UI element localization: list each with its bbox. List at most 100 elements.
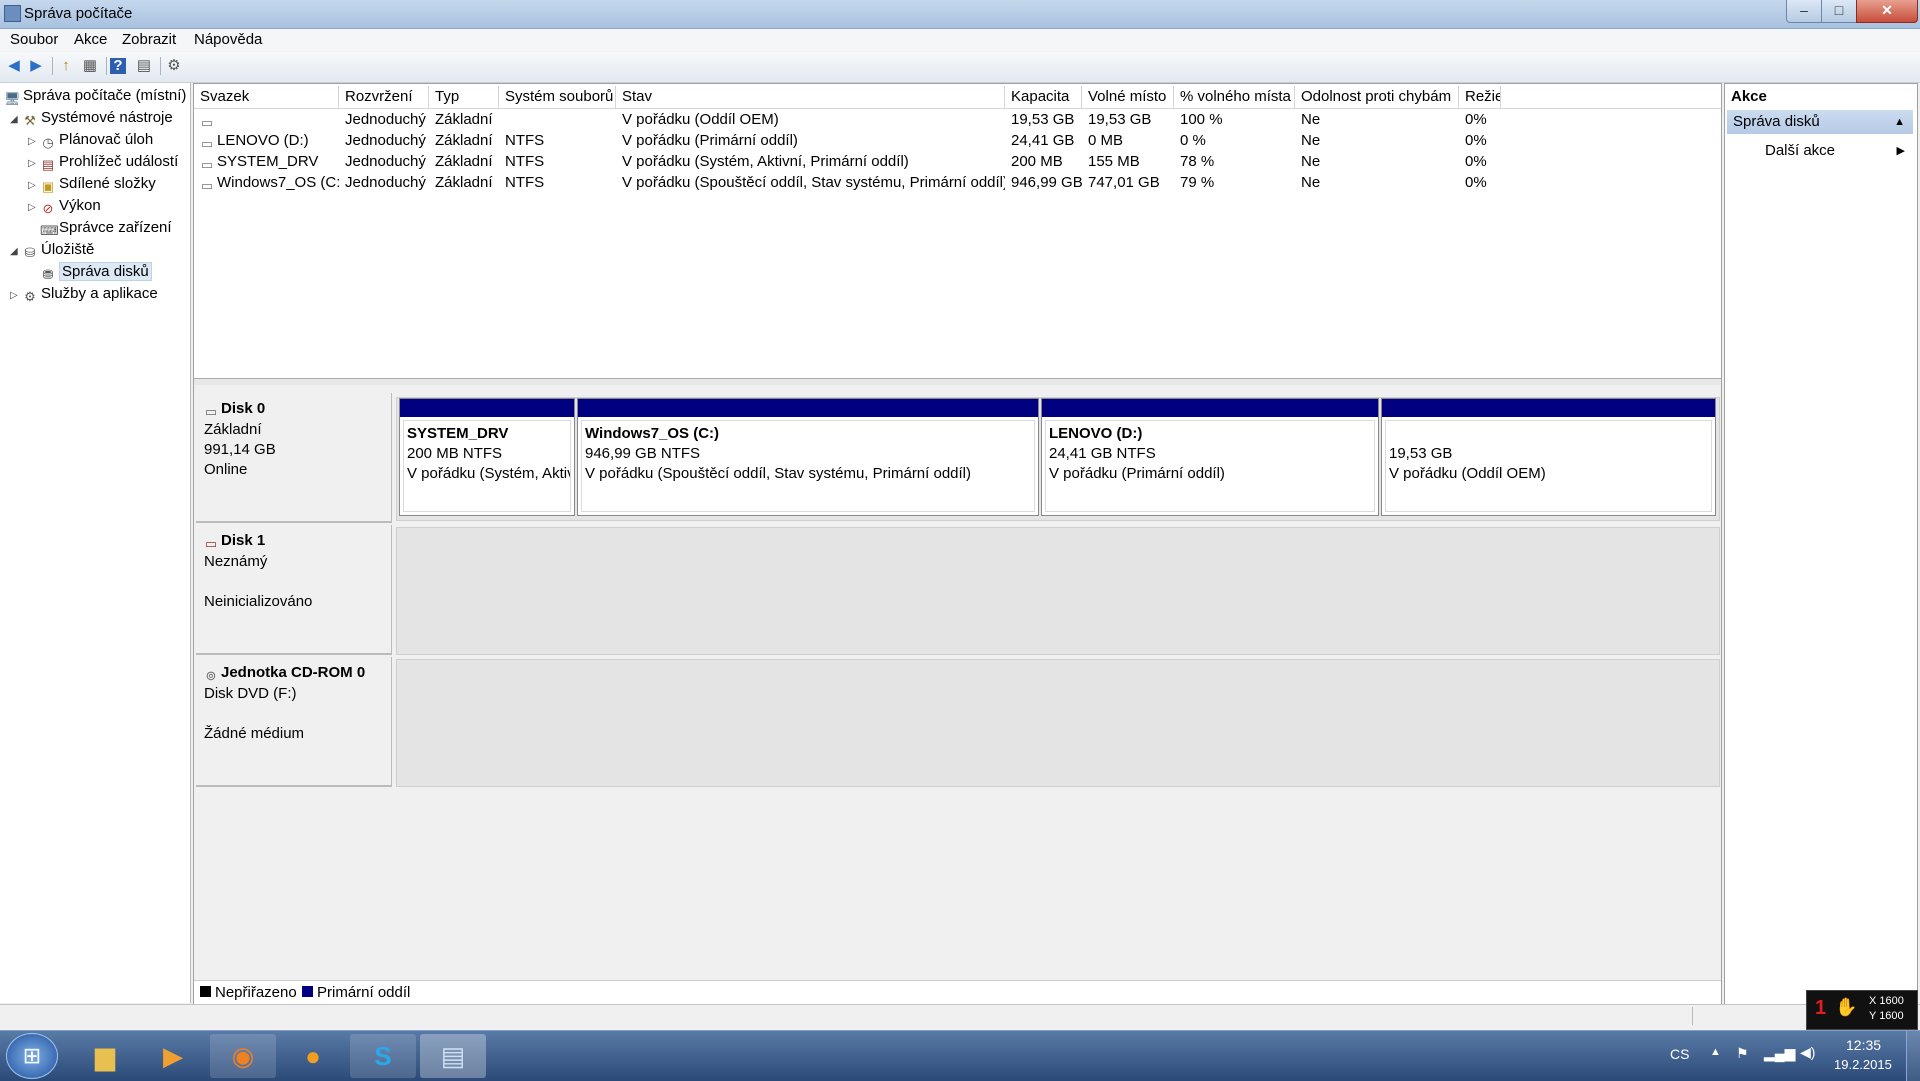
action-center-icon[interactable]: ⚑ [1736, 1045, 1749, 1062]
volume-row[interactable]: ▭ LENOVO (D:) Jednoduchý Základní NTFS V … [194, 130, 1721, 151]
free-space-cell: 19,53 GB [1088, 111, 1152, 128]
volume-list-header: Svazek Rozvržení Typ Systém souborů Stav… [194, 86, 1721, 109]
tree-shared-folders[interactable]: ▷ ▣ Sdílené složky [28, 173, 156, 195]
column-header-volume[interactable]: Svazek [194, 86, 339, 108]
cdrom-area[interactable] [396, 659, 1720, 787]
menu-file[interactable]: Soubor [10, 31, 58, 48]
tree-storage-label: Úložiště [41, 241, 95, 258]
firefox-taskbar-icon[interactable]: ◉ [210, 1034, 276, 1078]
partition-size: 946,99 GB NTFS [585, 445, 701, 462]
collapse-arrow-icon[interactable]: ◢ [10, 241, 22, 263]
menu-view[interactable]: Zobrazit [122, 31, 176, 48]
primary-partition-bar [578, 399, 1038, 417]
partition-oem[interactable]: 19,53 GB V pořádku (Oddíl OEM) [1381, 398, 1716, 516]
media-player-taskbar-icon[interactable]: ▶ [140, 1034, 206, 1078]
expand-arrow-icon[interactable]: ▷ [28, 153, 40, 175]
primary-partition-bar [1382, 399, 1715, 417]
more-actions-label: Další akce [1765, 142, 1836, 159]
minimize-button[interactable]: – [1786, 0, 1822, 23]
close-button[interactable]: ✕ [1856, 0, 1918, 23]
tree-disk-management[interactable]: ⛃ Správa disků [40, 261, 152, 283]
network-icon[interactable]: ▂▄▆ [1764, 1045, 1795, 1062]
show-hidden-icons-icon[interactable]: ▲ [1710, 1046, 1721, 1058]
maximize-button[interactable]: □ [1821, 0, 1857, 23]
tools-icon: ⚒ [24, 113, 36, 128]
performance-icon: ⊘ [42, 201, 54, 216]
clock-time[interactable]: 12:35 [1846, 1037, 1881, 1053]
column-header-fault-tolerance[interactable]: Odolnost proti chybám [1295, 86, 1459, 108]
column-header-percent-free[interactable]: % volného místa [1174, 86, 1295, 108]
chat-app-taskbar-icon[interactable]: ● [280, 1034, 346, 1078]
volume-icon[interactable]: ◀) [1800, 1044, 1815, 1061]
properties-icon[interactable]: ⚙ [164, 56, 184, 76]
disk-1-status: Neinicializováno [204, 593, 313, 610]
menu-action[interactable]: Akce [74, 31, 107, 48]
fault-tolerance-cell: Ne [1301, 174, 1321, 191]
tree-performance[interactable]: ▷ ⊘ Výkon [28, 195, 101, 217]
tree-task-scheduler[interactable]: ▷ ◷ Plánovač úloh [28, 129, 153, 151]
skype-taskbar-icon[interactable]: S [350, 1034, 416, 1078]
more-actions-item[interactable]: Další akce ▶ [1727, 140, 1913, 162]
expand-arrow-icon[interactable]: ▷ [28, 197, 40, 219]
collapse-arrow-icon[interactable]: ◢ [10, 109, 22, 131]
view-icon[interactable]: ▤ [134, 56, 154, 76]
collapse-up-icon[interactable]: ▲ [1894, 110, 1905, 134]
tree-storage[interactable]: ◢ ⛁ Úložiště [10, 239, 94, 261]
tree-device-manager[interactable]: ⌨Správce zařízení [40, 217, 172, 239]
volume-icon: ▭ [200, 115, 214, 130]
coordinate-x: X 1600 [1869, 995, 1904, 1007]
computer-management-taskbar-icon[interactable]: ▤ [420, 1034, 486, 1078]
show-hide-tree-icon[interactable]: ▦ [80, 56, 100, 76]
volume-row[interactable]: ▭ Jednoduchý Základní V pořádku (Oddíl O… [194, 109, 1721, 130]
back-icon[interactable]: ◀ [4, 56, 24, 76]
capacity-cell: 19,53 GB [1011, 111, 1075, 128]
type-cell: Základní [435, 174, 493, 191]
start-button[interactable]: ⊞ [6, 1033, 58, 1079]
free-space-cell: 0 MB [1088, 132, 1124, 149]
expand-arrow-icon[interactable]: ▷ [10, 285, 22, 307]
disk-1-area[interactable] [396, 527, 1720, 655]
disk-0-label[interactable]: ▭ Disk 0 Základní 991,14 GB Online [196, 393, 392, 523]
free-space-cell: 155 MB [1088, 153, 1140, 170]
disk-0-size: 991,14 GB [204, 441, 276, 458]
tree-root[interactable]: 🖥 Správa počítače (místní) [4, 85, 186, 107]
services-icon: ⚙ [24, 289, 36, 304]
column-header-layout[interactable]: Rozvržení [339, 86, 429, 108]
tree-event-viewer[interactable]: ▷ ▤ Prohlížeč událostí [28, 151, 178, 173]
partition-lenovo[interactable]: LENOVO (D:) 24,41 GB NTFS V pořádku (Pri… [1041, 398, 1379, 516]
volume-cell: ▭ Windows7_OS (C:) [200, 174, 339, 193]
legend: Nepřiřazeno Primární oddíl [194, 980, 1721, 1003]
clock-date[interactable]: 19.2.2015 [1834, 1057, 1892, 1072]
partition-name: LENOVO (D:) [1049, 425, 1143, 442]
column-header-capacity[interactable]: Kapacita [1005, 86, 1082, 108]
overhead-cell: 0% [1465, 111, 1487, 128]
partition-system-drv[interactable]: SYSTEM_DRV 200 MB NTFS V pořádku (Systém… [399, 398, 575, 516]
up-folder-icon[interactable]: ↑ [56, 56, 76, 76]
column-header-status[interactable]: Stav [616, 86, 1005, 108]
show-desktop-button[interactable] [1906, 1031, 1920, 1081]
language-indicator[interactable]: CS [1670, 1046, 1689, 1062]
toolbar-separator [160, 57, 161, 75]
overhead-cell: 0% [1465, 132, 1487, 149]
expand-arrow-icon[interactable]: ▷ [28, 175, 40, 197]
volume-row[interactable]: ▭ SYSTEM_DRV Jednoduchý Základní NTFS V p… [194, 151, 1721, 172]
disk-1-label[interactable]: ▭ Disk 1 Neznámý Neinicializováno [196, 525, 392, 655]
fault-tolerance-cell: Ne [1301, 111, 1321, 128]
explorer-taskbar-icon[interactable]: ▆ [72, 1034, 138, 1078]
forward-icon[interactable]: ▶ [26, 56, 46, 76]
column-header-overhead[interactable]: Režie [1459, 86, 1501, 108]
tree-system-tools[interactable]: ◢ ⚒ Systémové nástroje [10, 107, 173, 129]
actions-section-disk-management[interactable]: Správa disků ▲ [1727, 110, 1913, 134]
column-header-filesystem[interactable]: Systém souborů [499, 86, 616, 108]
cdrom-type: Disk DVD (F:) [204, 685, 297, 702]
filesystem-cell: NTFS [505, 132, 545, 149]
cdrom-label[interactable]: ⊚ Jednotka CD-ROM 0 Disk DVD (F:) Žádné m… [196, 657, 392, 787]
expand-arrow-icon[interactable]: ▷ [28, 131, 40, 153]
partition-windows7-os[interactable]: Windows7_OS (C:) 946,99 GB NTFS V pořádk… [577, 398, 1039, 516]
column-header-type[interactable]: Typ [429, 86, 499, 108]
column-header-free-space[interactable]: Volné místo [1082, 86, 1174, 108]
help-icon[interactable]: ? [110, 58, 126, 74]
menu-help[interactable]: Nápověda [194, 31, 262, 48]
tree-services[interactable]: ▷ ⚙ Služby a aplikace [10, 283, 158, 305]
volume-row[interactable]: ▭ Windows7_OS (C:) Jednoduchý Základní NT… [194, 172, 1721, 193]
